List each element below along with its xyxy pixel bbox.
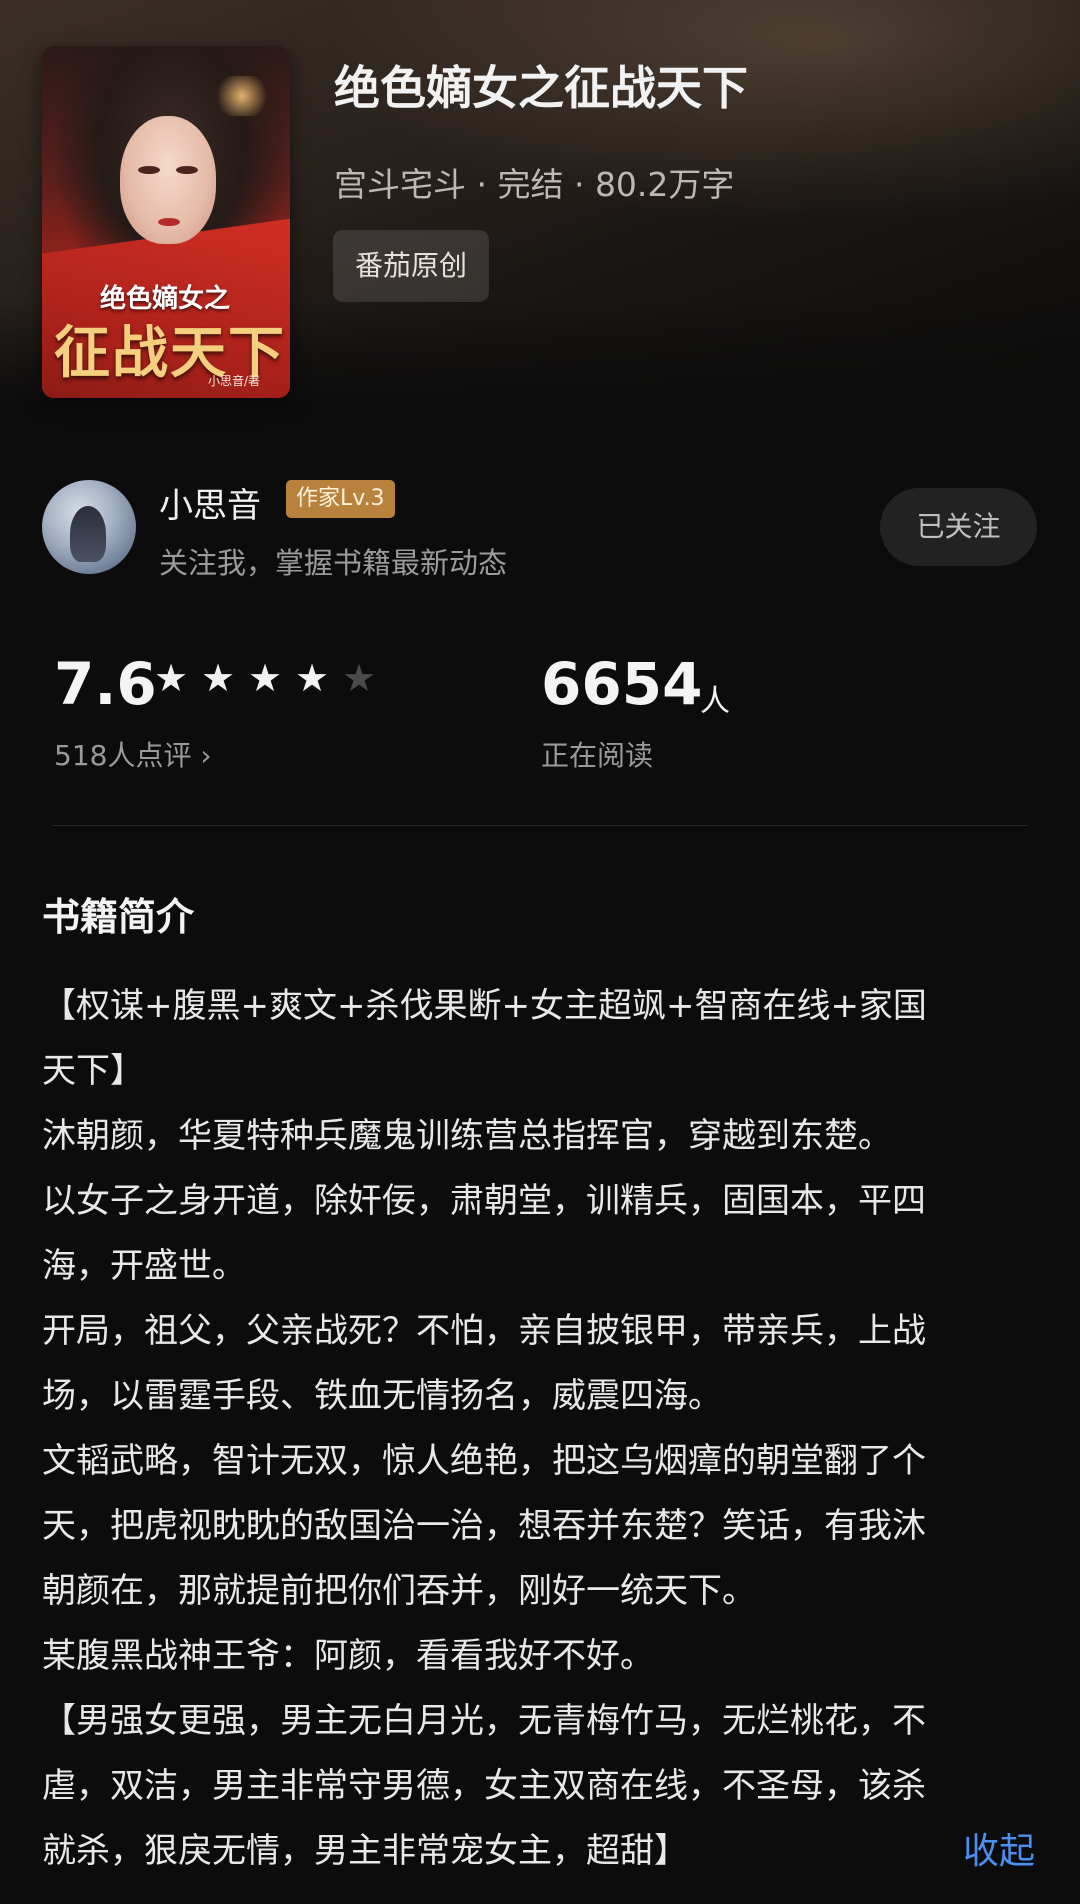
author-level-badge: 作家Lv.3 [286,480,395,518]
book-title: 绝色嫡女之征战天下 [334,61,748,115]
book-cover[interactable]: 绝色嫡女之 征战天下 小思音/著 [42,46,290,398]
star-icon: ★ [295,656,330,700]
rating-score: 7.6 [54,650,157,718]
cover-author: 小思音/著 [208,374,261,388]
cover-ornament [212,76,272,116]
readers-unit: 人 [700,684,730,719]
collapse-button[interactable]: 收起 [963,1822,1035,1874]
cover-lips [158,218,180,226]
author-avatar[interactable] [42,480,136,574]
author-subtitle: 关注我，掌握书籍最新动态 [159,546,508,580]
intro-text: 【权谋+腹黑+爽文+杀伐果断+女主超飒+智商在线+家国 天下】 沐朝颜，华夏特种… [42,986,927,1871]
divider [52,825,1028,826]
book-meta: 宫斗宅斗 · 完结 · 80.2万字 [334,165,735,204]
follow-button[interactable]: 已关注 [880,488,1037,566]
book-tag[interactable]: 番茄原创 [333,230,490,302]
avatar-figure [70,506,106,562]
intro-heading: 书籍简介 [42,895,195,939]
star-icon: ★ [248,656,283,700]
star-icon: ★ [154,656,189,700]
cover-eye [176,166,198,174]
readers-label: 正在阅读 [541,739,654,772]
author-name[interactable]: 小思音 [159,478,261,527]
star-icon: ★ [201,656,236,700]
reviews-link[interactable]: 518人点评 › [54,734,212,774]
star-icon: ★ [342,656,377,700]
cover-eye [138,166,160,174]
readers-count: 6654 [541,650,703,718]
